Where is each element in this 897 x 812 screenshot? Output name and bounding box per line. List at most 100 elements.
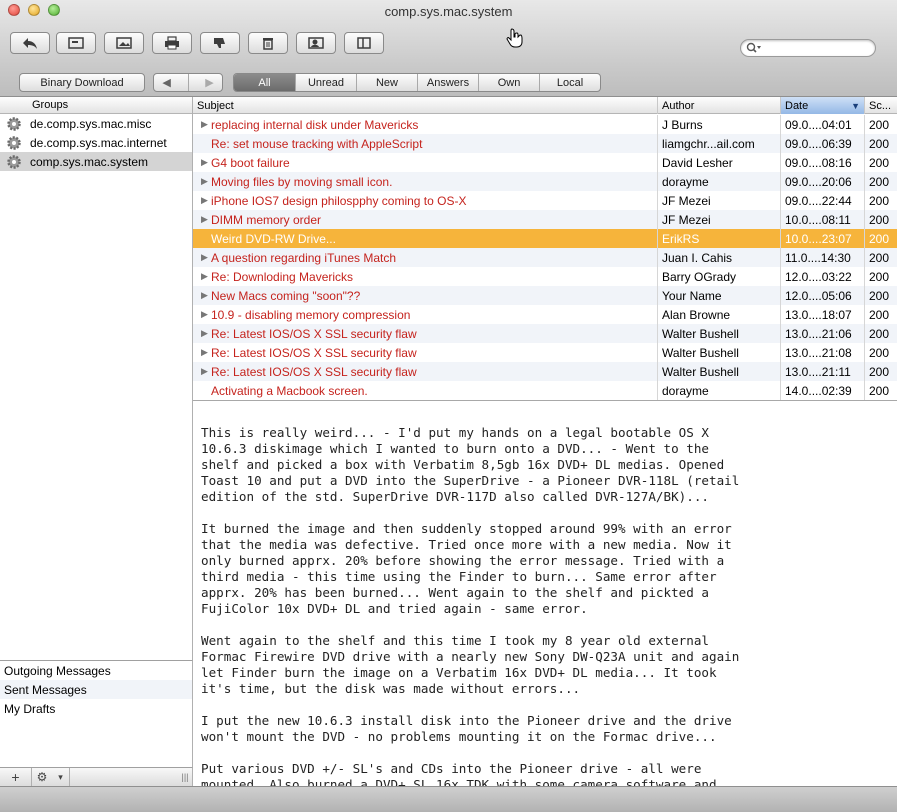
table-row[interactable]: ▶ Re: Latest IOS/OS X SSL security flaw Wa…: [193, 324, 897, 343]
row-author: Alan Browne: [657, 305, 780, 324]
image-button[interactable]: [104, 32, 144, 54]
disclosure-triangle-icon[interactable]: ▶: [201, 157, 211, 168]
search-icon: [746, 42, 761, 53]
row-date: 09.0....22:44: [780, 191, 864, 210]
window-toolbar-area: comp.sys.mac.system Binary Download ◀ ▶ …: [0, 0, 897, 97]
table-row[interactable]: ▶ A question regarding iTunes Match Juan I…: [193, 248, 897, 267]
status-bar: [0, 786, 897, 812]
tab-all[interactable]: All: [234, 74, 295, 91]
reply-button[interactable]: [10, 32, 50, 54]
group-item[interactable]: de.comp.sys.mac.misc: [0, 114, 192, 133]
row-score: 200: [864, 362, 897, 381]
mailbox-sent[interactable]: Sent Messages: [0, 680, 192, 699]
disclosure-triangle-icon[interactable]: ▶: [201, 328, 211, 339]
thumbs-down-icon: [214, 38, 225, 48]
people-search-button[interactable]: [296, 32, 336, 54]
row-subject-text: Re: Latest IOS/OS X SSL security flaw: [211, 345, 417, 360]
table-row[interactable]: Activating a Macbook screen. dorayme 14.0.…: [193, 381, 897, 400]
back-button[interactable]: ◀: [162, 76, 170, 89]
row-score: 200: [864, 305, 897, 324]
table-row[interactable]: ▶ DIMM memory order JF Mezei 10.0....08:11 2…: [193, 210, 897, 229]
thumbs-down-button[interactable]: [200, 32, 240, 54]
add-button[interactable]: +: [0, 767, 32, 787]
gear-menu-button[interactable]: ⚙: [32, 768, 52, 787]
column-subject[interactable]: Subject: [193, 97, 657, 114]
print-button[interactable]: [152, 32, 192, 54]
row-subject: ▶ replacing internal disk under Mavericks: [193, 115, 657, 134]
column-date[interactable]: Date ▼: [780, 97, 864, 114]
mailboxes-pane: Outgoing Messages Sent Messages My Draft…: [0, 660, 193, 767]
gear-icon: [7, 116, 21, 131]
disclosure-triangle-icon[interactable]: ▶: [201, 309, 211, 320]
tab-answers[interactable]: Answers: [417, 74, 478, 91]
group-item-selected[interactable]: comp.sys.mac.system: [0, 152, 192, 171]
table-row[interactable]: ▶ Re: Latest IOS/OS X SSL security flaw Wa…: [193, 362, 897, 381]
row-date: 14.0....02:39: [780, 381, 864, 400]
row-score: 200: [864, 134, 897, 153]
search-input[interactable]: [763, 41, 871, 55]
row-subject: Re: set mouse tracking with AppleScript: [193, 134, 657, 153]
disclosure-triangle-icon[interactable]: ▶: [201, 119, 211, 130]
table-row[interactable]: ▶ 10.9 - disabling memory compression Alan…: [193, 305, 897, 324]
row-subject: ▶ Moving files by moving small icon.: [193, 172, 657, 191]
disclosure-triangle-icon[interactable]: ▶: [201, 366, 211, 377]
row-subject: ▶ New Macs coming "soon"??: [193, 286, 657, 305]
group-item[interactable]: de.comp.sys.mac.internet: [0, 133, 192, 152]
message-paragraph: I put the new 10.6.3 install disk into t…: [201, 713, 732, 744]
message-preview: This is really weird... - I'd put my han…: [193, 401, 897, 786]
disclosure-triangle-icon[interactable]: ▶: [201, 290, 211, 301]
forward-button[interactable]: ▶: [205, 76, 213, 89]
column-score[interactable]: Sc...: [864, 97, 897, 114]
disclosure-triangle-icon[interactable]: ▶: [201, 347, 211, 358]
table-row[interactable]: ▶ Re: Downloding Mavericks Barry OGrady 12.…: [193, 267, 897, 286]
column-author[interactable]: Author: [657, 97, 780, 114]
table-row[interactable]: ▶ iPhone IOS7 design philospphy coming to…: [193, 191, 897, 210]
disclosure-triangle-icon[interactable]: ▶: [201, 252, 211, 263]
row-subject-text: Activating a Macbook screen.: [211, 383, 368, 398]
mailbox-outgoing[interactable]: Outgoing Messages: [0, 661, 192, 680]
table-row[interactable]: ▶ Re: Latest IOS/OS X SSL security flaw Wa…: [193, 343, 897, 362]
row-date: 12.0....05:06: [780, 286, 864, 305]
resize-handle[interactable]: |||: [178, 768, 192, 787]
tab-own[interactable]: Own: [478, 74, 539, 91]
panel-toggle-button[interactable]: [344, 32, 384, 54]
row-score: 200: [864, 229, 897, 248]
disclosure-triangle-icon[interactable]: ▶: [201, 214, 211, 225]
row-subject-text: Re: Latest IOS/OS X SSL security flaw: [211, 364, 417, 379]
table-row[interactable]: ▶ replacing internal disk under Mavericks…: [193, 115, 897, 134]
search-field[interactable]: [740, 39, 876, 57]
history-nav: ◀ ▶: [153, 73, 223, 92]
row-author: dorayme: [657, 381, 780, 400]
gear-icon: [7, 154, 21, 169]
table-row-selected[interactable]: Weird DVD-RW Drive... ErikRS 10.0....23:07…: [193, 229, 897, 248]
table-row[interactable]: ▶ New Macs coming "soon"?? Your Name 12.0..…: [193, 286, 897, 305]
disclosure-triangle-icon[interactable]: ▶: [201, 176, 211, 187]
tab-new[interactable]: New: [356, 74, 417, 91]
row-subject: ▶ Re: Latest IOS/OS X SSL security flaw: [193, 324, 657, 343]
disclosure-triangle-icon[interactable]: ▶: [201, 271, 211, 282]
groups-pane: Groups de.comp.sys.mac.misc de.comp.sys.…: [0, 97, 193, 660]
table-row[interactable]: ▶ Moving files by moving small icon. doray…: [193, 172, 897, 191]
group-label: de.comp.sys.mac.internet: [30, 135, 167, 150]
delete-button[interactable]: [248, 32, 288, 54]
left-footer-bar: + ⚙ ▾ |||: [0, 767, 193, 787]
compose-button[interactable]: [56, 32, 96, 54]
table-row[interactable]: ▶ G4 boot failure David Lesher 09.0....08:1…: [193, 153, 897, 172]
sort-descending-icon: ▼: [851, 100, 860, 111]
row-score: 200: [864, 210, 897, 229]
disclosure-triangle-icon[interactable]: ▶: [201, 195, 211, 206]
table-row[interactable]: Re: set mouse tracking with AppleScript l…: [193, 134, 897, 153]
tab-unread[interactable]: Unread: [295, 74, 356, 91]
row-subject-text: 10.9 - disabling memory compression: [211, 307, 411, 322]
groups-header[interactable]: Groups: [0, 97, 192, 114]
row-author: Juan I. Cahis: [657, 248, 780, 267]
reply-icon: [23, 38, 37, 49]
group-label: comp.sys.mac.system: [30, 154, 149, 169]
binary-download-button[interactable]: Binary Download: [19, 73, 145, 92]
chevron-down-icon[interactable]: ▾: [52, 767, 70, 787]
mailbox-drafts[interactable]: My Drafts: [0, 699, 192, 718]
tab-local[interactable]: Local: [539, 74, 600, 91]
row-author: JF Mezei: [657, 191, 780, 210]
row-author: liamgchr...ail.com: [657, 134, 780, 153]
row-subject-text: DIMM memory order: [211, 212, 322, 227]
